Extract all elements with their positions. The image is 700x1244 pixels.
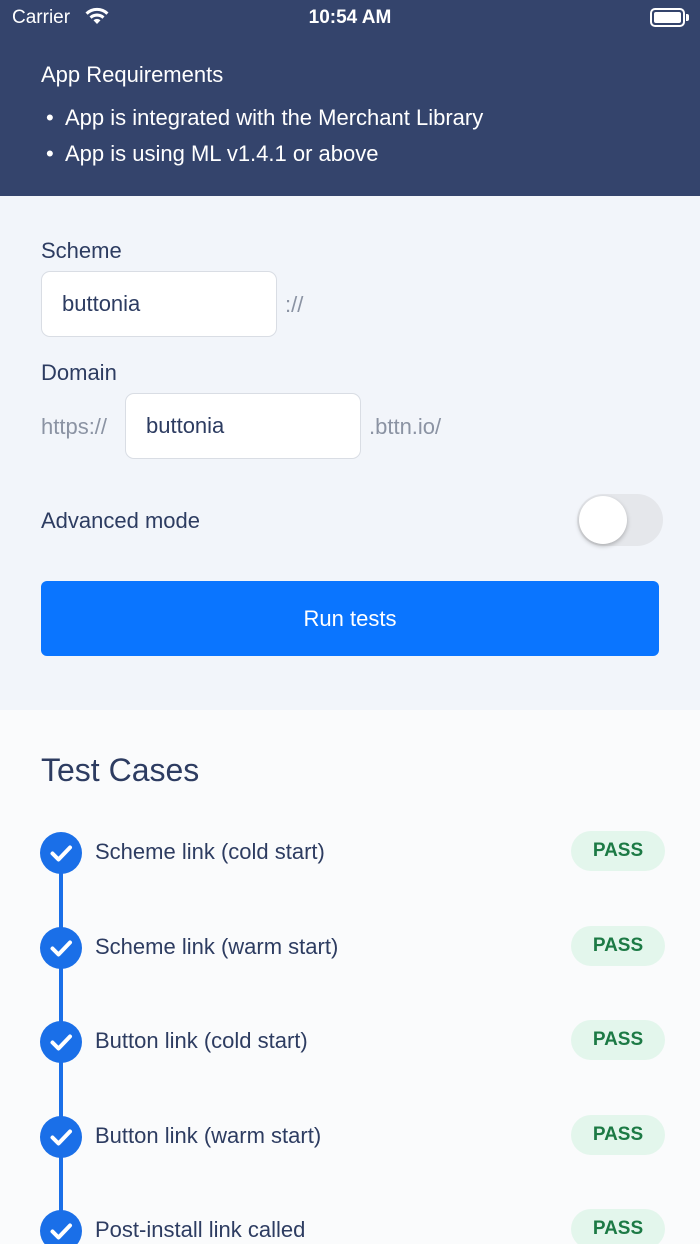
check-icon bbox=[40, 927, 82, 969]
test-case-row: Post-install link called PASS bbox=[0, 1209, 700, 1244]
test-case-row: Button link (warm start) PASS bbox=[0, 1115, 700, 1159]
domain-input[interactable]: buttonia bbox=[125, 393, 361, 459]
test-case-name: Post-install link called bbox=[95, 1217, 306, 1242]
scheme-label: Scheme bbox=[41, 238, 122, 263]
requirement-item: • App is integrated with the Merchant Lib… bbox=[46, 104, 483, 140]
requirements-list: • App is integrated with the Merchant Lib… bbox=[46, 104, 483, 176]
pass-badge: PASS bbox=[571, 1209, 665, 1244]
pass-badge: PASS bbox=[571, 926, 665, 966]
toggle-knob bbox=[579, 496, 627, 544]
requirement-text: App is integrated with the Merchant Libr… bbox=[65, 105, 484, 130]
domain-prefix: https:// bbox=[41, 414, 108, 439]
scheme-input[interactable]: buttonia bbox=[41, 271, 277, 337]
scheme-suffix: :// bbox=[285, 292, 304, 317]
domain-label: Domain bbox=[41, 360, 117, 385]
check-icon bbox=[40, 1210, 82, 1244]
test-case-row: Button link (cold start) PASS bbox=[0, 1020, 700, 1064]
domain-suffix: .bttn.io/ bbox=[369, 414, 442, 439]
app-requirements-header: Carrier 10:54 AM App Requirements • App i… bbox=[0, 0, 700, 196]
test-cases-title: Test Cases bbox=[41, 752, 200, 788]
requirements-title: App Requirements bbox=[41, 62, 224, 87]
pass-badge: PASS bbox=[571, 1020, 665, 1060]
test-case-row: Scheme link (cold start) PASS bbox=[0, 831, 700, 875]
clock: 10:54 AM bbox=[308, 7, 392, 28]
test-case-name: Button link (cold start) bbox=[95, 1028, 308, 1053]
check-icon bbox=[40, 832, 82, 874]
bullet: • bbox=[46, 105, 54, 130]
test-case-name: Button link (warm start) bbox=[95, 1123, 322, 1148]
run-tests-button[interactable]: Run tests bbox=[41, 581, 659, 656]
test-case-name: Scheme link (warm start) bbox=[95, 934, 339, 959]
bullet: • bbox=[46, 141, 54, 166]
requirement-item: • App is using ML v1.4.1 or above bbox=[46, 140, 483, 176]
status-bar: Carrier 10:54 AM bbox=[0, 0, 700, 36]
advanced-mode-toggle[interactable] bbox=[577, 494, 663, 546]
check-icon bbox=[40, 1116, 82, 1158]
test-case-row: Scheme link (warm start) PASS bbox=[0, 926, 700, 970]
requirement-text: App is using ML v1.4.1 or above bbox=[65, 141, 379, 166]
advanced-mode-label: Advanced mode bbox=[41, 508, 200, 533]
configuration-form: Scheme buttonia :// Domain https:// butt… bbox=[0, 196, 700, 710]
test-case-name: Scheme link (cold start) bbox=[95, 839, 325, 864]
check-icon bbox=[40, 1021, 82, 1063]
battery-icon bbox=[650, 8, 690, 27]
pass-badge: PASS bbox=[571, 1115, 665, 1155]
pass-badge: PASS bbox=[571, 831, 665, 871]
